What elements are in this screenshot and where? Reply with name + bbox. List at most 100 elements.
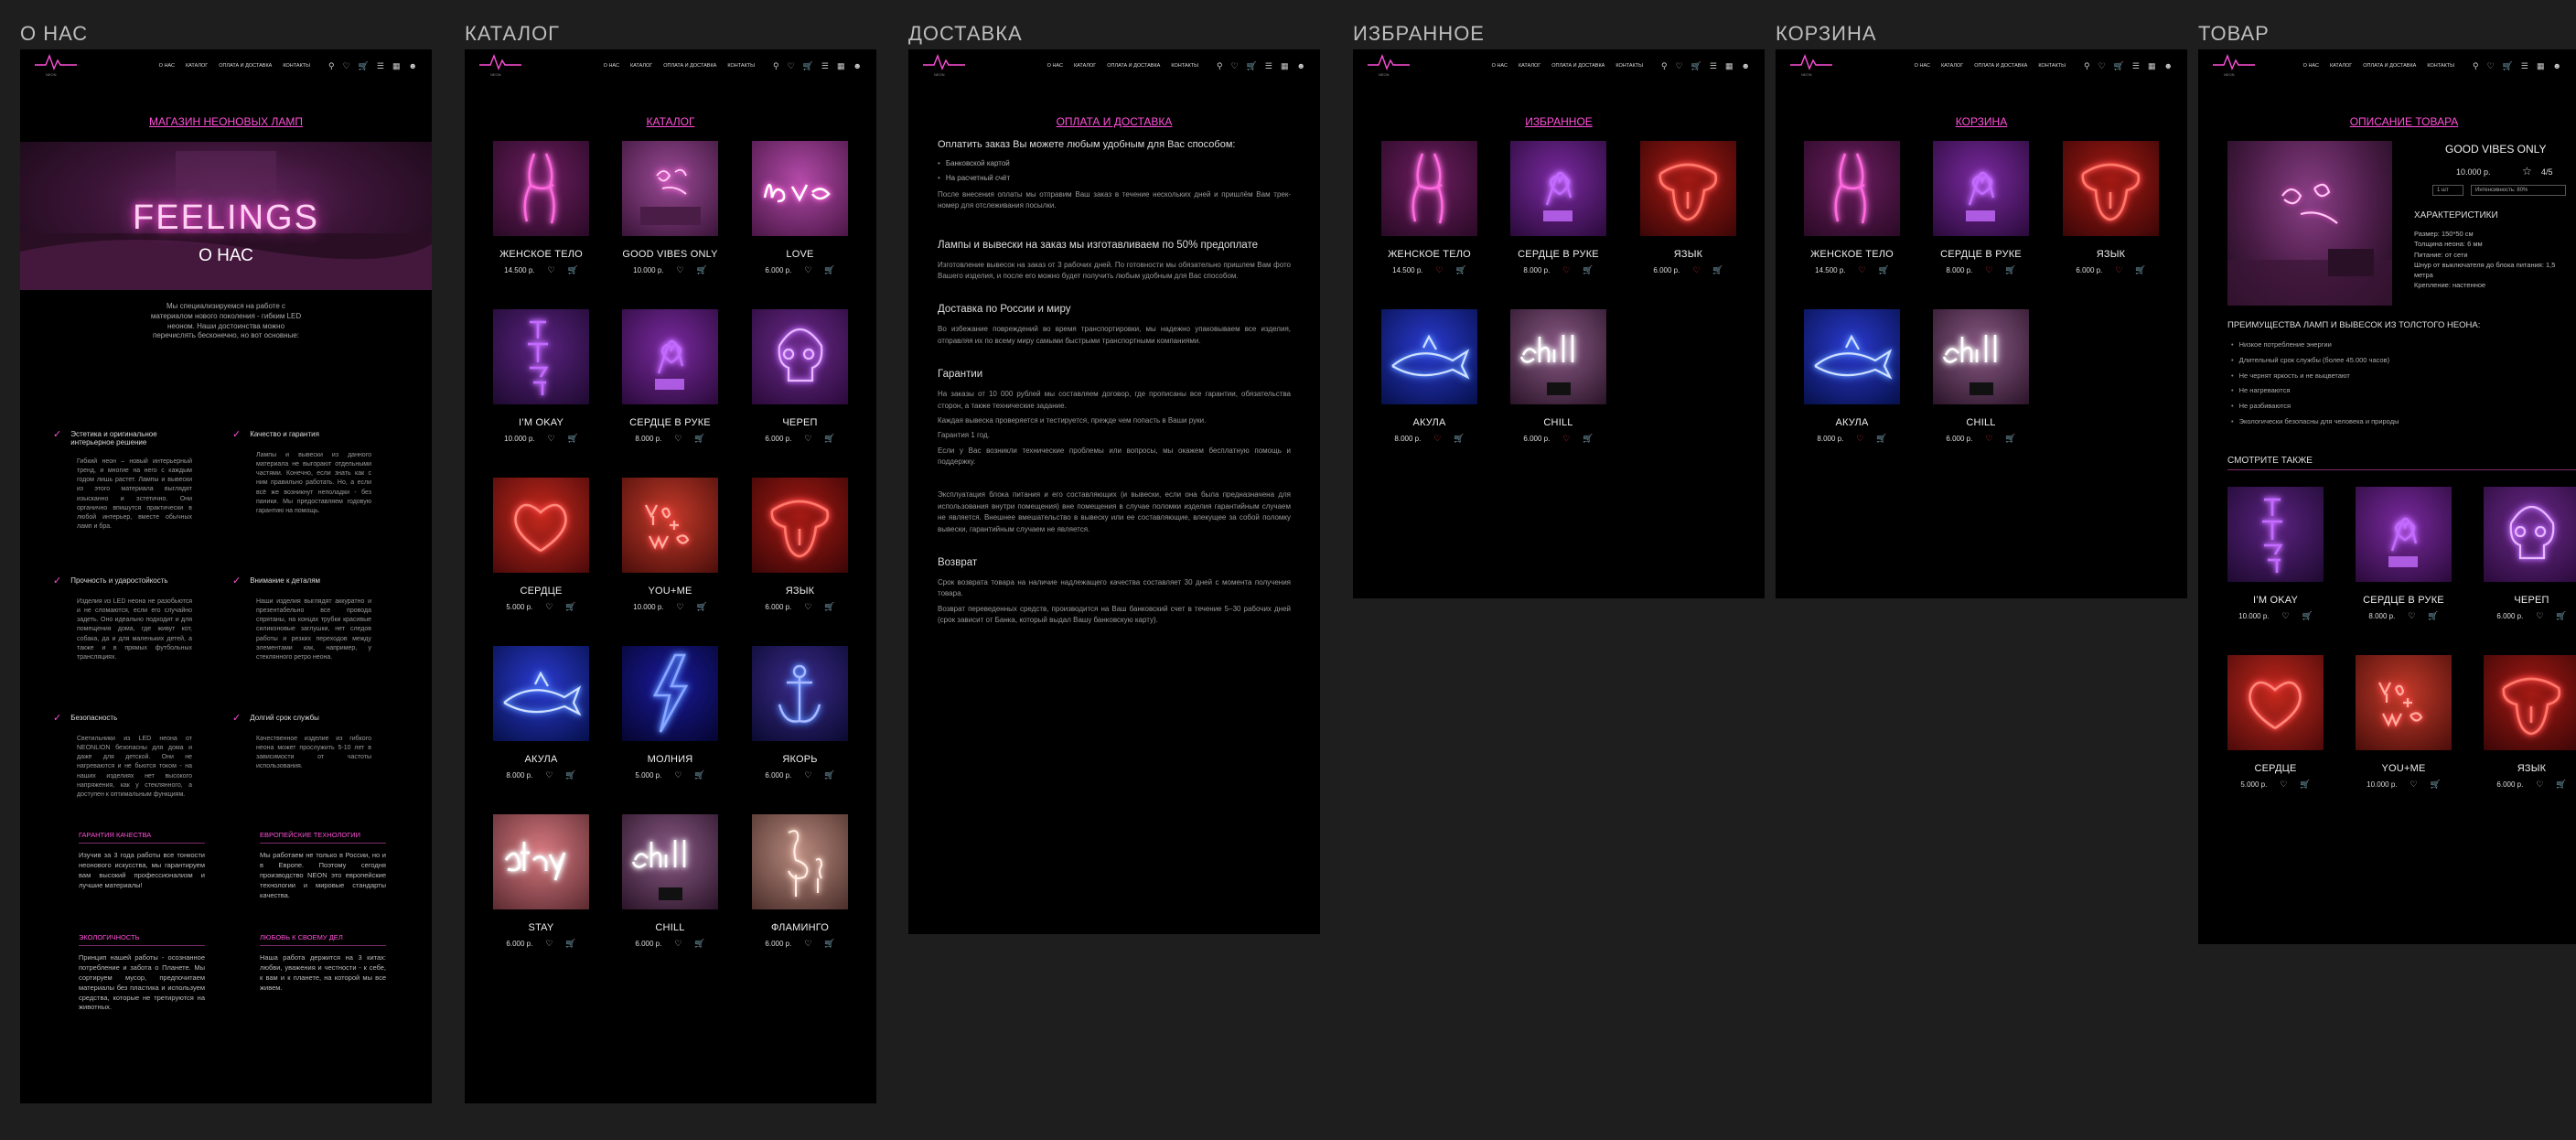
product-image[interactable] <box>2356 487 2452 582</box>
heart-icon[interactable]: ♡ <box>804 265 811 275</box>
compare-icon[interactable]: ☰ <box>1265 61 1272 71</box>
cart-icon[interactable]: 🛒 <box>824 770 834 780</box>
heart-icon[interactable]: ♡ <box>804 602 811 612</box>
user-icon[interactable]: ☻ <box>2164 61 2173 71</box>
menu-item[interactable]: КАТАЛОГ <box>1074 63 1096 69</box>
product-name[interactable]: GOOD VIBES ONLY <box>622 249 718 260</box>
logo[interactable]: NEON <box>479 52 521 80</box>
menu-item[interactable]: КАТАЛОГ <box>1941 63 1963 69</box>
product-image[interactable] <box>493 814 589 909</box>
heart-icon[interactable]: ♡ <box>2487 61 2495 71</box>
product-image[interactable] <box>493 646 589 741</box>
cart-icon[interactable]: 🛒 <box>697 602 707 612</box>
product-name[interactable]: ЯЗЫК <box>2484 763 2576 774</box>
cart-icon[interactable]: 🛒 <box>1247 61 1257 71</box>
product-card[interactable]: CHILL 6.000 р. ♡ 🛒 <box>1510 309 1606 444</box>
product-image[interactable] <box>493 141 589 236</box>
product-card[interactable]: АКУЛА 8.000 р. ♡ 🛒 <box>1381 309 1477 444</box>
heart-icon[interactable]: ♡ <box>1985 434 1992 444</box>
product-name[interactable]: ЧЕРЕП <box>752 417 848 428</box>
product-name[interactable]: YOU+ME <box>622 586 718 597</box>
menu-item[interactable]: О НАС <box>2303 63 2319 69</box>
product-image[interactable] <box>1381 309 1477 404</box>
cart-icon[interactable]: 🛒 <box>824 939 834 949</box>
product-card[interactable]: СЕРДЦЕ В РУКЕ 8.000 р. ♡ 🛒 <box>1510 141 1606 275</box>
product-card[interactable]: ЖЕНСКОЕ ТЕЛО 14.500 р. ♡ 🛒 <box>493 141 589 275</box>
menu-item[interactable]: КОНТАКТЫ <box>1171 63 1198 69</box>
product-name[interactable]: I’M OKAY <box>2227 595 2324 606</box>
product-name[interactable]: СЕРДЦЕ <box>493 586 589 597</box>
heart-icon[interactable]: ♡ <box>804 770 811 780</box>
product-name[interactable]: СЕРДЦЕ <box>2227 763 2324 774</box>
product-name[interactable]: ФЛАМИНГО <box>752 922 848 933</box>
cart-icon[interactable]: 🛒 <box>2114 61 2124 71</box>
product-name[interactable]: ЯЗЫК <box>2063 249 2159 260</box>
search-icon[interactable]: ⚲ <box>2473 61 2479 71</box>
product-name[interactable]: ЯЗЫК <box>752 586 848 597</box>
product-name[interactable]: ЖЕНСКОЕ ТЕЛО <box>1381 249 1477 260</box>
product-name[interactable]: АКУЛА <box>1804 417 1900 428</box>
logo[interactable]: NEON <box>2213 52 2255 80</box>
product-image[interactable] <box>1933 141 2029 236</box>
product-image[interactable] <box>2484 487 2576 582</box>
heart-icon[interactable]: ♡ <box>1436 265 1444 275</box>
product-image[interactable] <box>2063 141 2159 236</box>
heart-icon[interactable]: ♡ <box>1231 61 1239 71</box>
heart-icon[interactable]: ♡ <box>1433 434 1441 444</box>
cart-icon[interactable]: 🛒 <box>1712 265 1723 275</box>
cart-icon[interactable]: 🛒 <box>1454 434 1464 444</box>
product-image[interactable] <box>1640 141 1736 236</box>
product-card[interactable]: АКУЛА 8.000 р. ♡ 🛒 <box>1804 309 1900 444</box>
product-name[interactable]: СЕРДЦЕ В РУКЕ <box>622 417 718 428</box>
cart-icon[interactable]: 🛒 <box>2556 780 2566 790</box>
product-image[interactable] <box>1804 309 1900 404</box>
product-card[interactable]: АКУЛА 8.000 р. ♡ 🛒 <box>493 646 589 780</box>
product-card[interactable]: СЕРДЦЕ В РУКЕ 8.000 р. ♡ 🛒 <box>622 309 718 444</box>
product-card[interactable]: ЯКОРЬ 6.000 р. ♡ 🛒 <box>752 646 848 780</box>
cart-icon[interactable]: 🛒 <box>1456 265 1466 275</box>
product-card[interactable]: ЖЕНСКОЕ ТЕЛО 14.500 р. ♡ 🛒 <box>1381 141 1477 275</box>
bag-icon[interactable]: ▦ <box>2148 61 2156 71</box>
heart-icon[interactable]: ♡ <box>804 434 811 444</box>
menu-item[interactable]: ОПЛАТА И ДОСТАВКА <box>1107 63 1160 69</box>
product-card[interactable]: I’M OKAY 10.000 р. ♡ 🛒 <box>493 309 589 444</box>
user-icon[interactable]: ☻ <box>1297 61 1305 71</box>
product-name[interactable]: ЯЗЫК <box>1640 249 1736 260</box>
cart-icon[interactable]: 🛒 <box>694 434 704 444</box>
bag-icon[interactable]: ▦ <box>392 61 401 71</box>
product-name[interactable]: МОЛНИЯ <box>622 754 718 765</box>
logo[interactable]: NEON <box>35 52 77 80</box>
product-image[interactable] <box>1510 309 1606 404</box>
cart-icon[interactable]: 🛒 <box>359 61 369 71</box>
cart-icon[interactable]: 🛒 <box>568 265 578 275</box>
product-name[interactable]: СЕРДЦЕ В РУКЕ <box>1510 249 1606 260</box>
menu-item[interactable]: О НАС <box>159 63 175 69</box>
product-card[interactable]: ЧЕРЕП 6.000 р. ♡ 🛒 <box>752 309 848 444</box>
product-image[interactable] <box>752 478 848 573</box>
product-card[interactable]: МОЛНИЯ 5.000 р. ♡ 🛒 <box>622 646 718 780</box>
product-card[interactable]: I’M OKAY 10.000 р. ♡ 🛒 <box>2227 487 2324 621</box>
cart-icon[interactable]: 🛒 <box>1583 434 1593 444</box>
product-card[interactable]: CHILL 6.000 р. ♡ 🛒 <box>1933 309 2029 444</box>
menu-item[interactable]: КОНТАКТЫ <box>2038 63 2066 69</box>
menu-item[interactable]: О НАС <box>1915 63 1930 69</box>
user-icon[interactable]: ☻ <box>1742 61 1750 71</box>
menu-item[interactable]: КАТАЛОГ <box>1519 63 1540 69</box>
heart-icon[interactable]: ♡ <box>674 770 682 780</box>
product-image[interactable] <box>622 814 718 909</box>
cart-icon[interactable]: 🛒 <box>2503 61 2513 71</box>
product-name[interactable]: CHILL <box>1933 417 2029 428</box>
cart-icon[interactable]: 🛒 <box>697 265 707 275</box>
product-image[interactable] <box>1804 141 1900 236</box>
cart-icon[interactable]: 🛒 <box>694 939 704 949</box>
product-card[interactable]: CHILL 6.000 р. ♡ 🛒 <box>622 814 718 949</box>
menu-item[interactable]: КАТАЛОГ <box>2330 63 2352 69</box>
product-name[interactable]: АКУЛА <box>493 754 589 765</box>
heart-icon[interactable]: ♡ <box>545 939 553 949</box>
cart-icon[interactable]: 🛒 <box>2005 265 2015 275</box>
logo[interactable]: NEON <box>1790 52 1832 80</box>
menu-item[interactable]: КОНТАКТЫ <box>2427 63 2454 69</box>
cart-icon[interactable]: 🛒 <box>824 265 834 275</box>
product-name[interactable]: СЕРДЦЕ В РУКЕ <box>1933 249 2029 260</box>
heart-icon[interactable]: ♡ <box>545 602 553 612</box>
